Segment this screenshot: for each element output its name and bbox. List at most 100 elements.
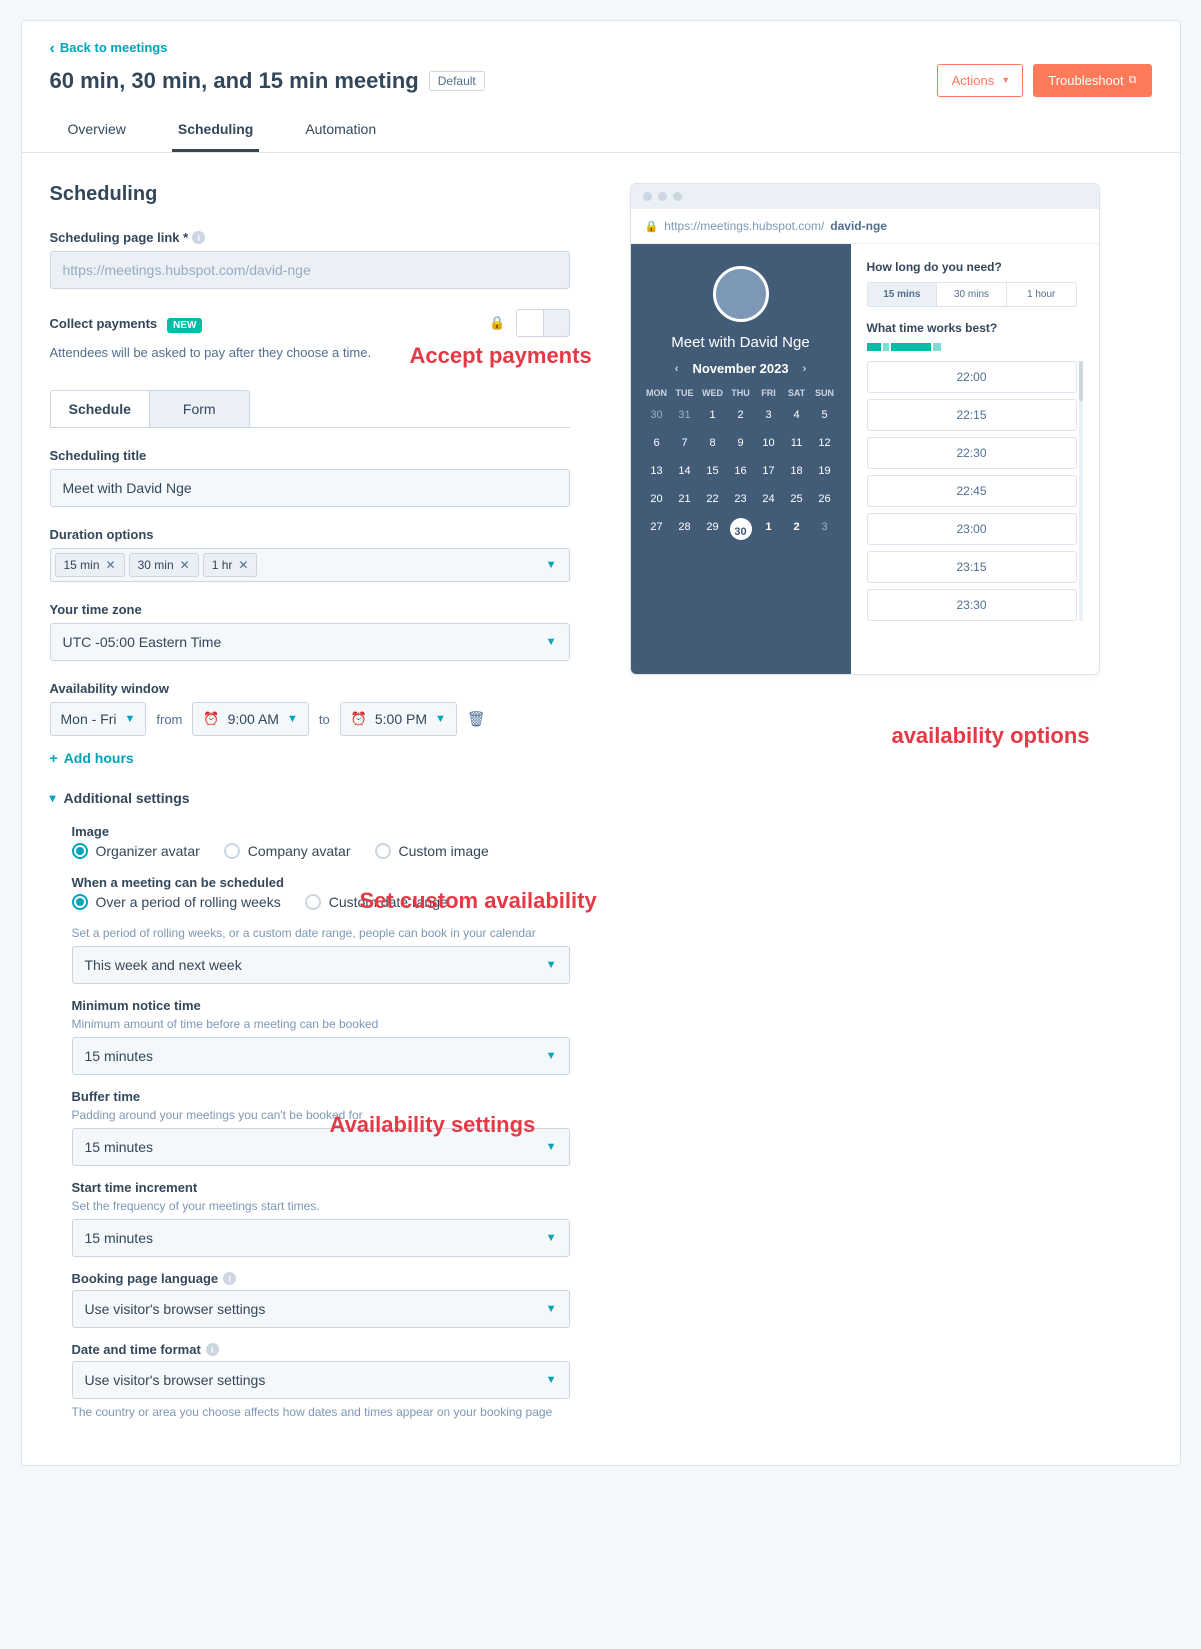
increment-value: 15 minutes	[85, 1230, 153, 1246]
min-notice-select[interactable]: 15 minutes ▼	[72, 1037, 570, 1075]
header: Back to meetings 60 min, 30 min, and 15 …	[22, 21, 1180, 97]
calendar-day[interactable]: 10	[755, 434, 783, 452]
remove-chip-icon[interactable]: ✕	[180, 558, 190, 572]
preview-duration-option[interactable]: 15 mins	[868, 283, 938, 306]
remove-chip-icon[interactable]: ✕	[106, 558, 116, 572]
subtab-form[interactable]: Form	[150, 391, 249, 427]
next-month-button[interactable]: ›	[799, 363, 811, 375]
calendar-day[interactable]: 30	[730, 518, 752, 540]
radio-rolling-weeks[interactable]: Over a period of rolling weeks	[72, 894, 281, 910]
availability-from-select[interactable]: ⏰ 9:00 AM ▼	[192, 702, 308, 736]
collect-payments-label: Collect payments	[50, 316, 158, 331]
time-slot[interactable]: 23:15	[867, 551, 1077, 583]
calendar-day[interactable]: 4	[783, 406, 811, 424]
availability-to-select[interactable]: ⏰ 5:00 PM ▼	[340, 702, 457, 736]
calendar-day[interactable]: 5	[811, 406, 839, 424]
tab-automation[interactable]: Automation	[299, 111, 382, 152]
calendar-day[interactable]: 20	[643, 490, 671, 508]
time-slot[interactable]: 22:45	[867, 475, 1077, 507]
remove-chip-icon[interactable]: ✕	[238, 558, 248, 572]
radio-organizer-avatar[interactable]: Organizer avatar	[72, 843, 200, 859]
calendar-day[interactable]: 21	[671, 490, 699, 508]
window-dot	[673, 192, 682, 201]
duration-chip[interactable]: 1 hr✕	[203, 553, 258, 577]
troubleshoot-button[interactable]: Troubleshoot ⧉	[1033, 64, 1151, 97]
time-slot[interactable]: 23:30	[867, 589, 1077, 621]
calendar-day[interactable]: 7	[671, 434, 699, 452]
delete-availability-row[interactable]: 🗑	[467, 710, 486, 728]
collect-payments-toggle[interactable]	[516, 309, 570, 337]
help-icon[interactable]: i	[223, 1272, 236, 1285]
calendar-day[interactable]: 15	[699, 462, 727, 480]
calendar-day[interactable]: 8	[699, 434, 727, 452]
to-label: to	[319, 712, 330, 727]
calendar-day[interactable]: 12	[811, 434, 839, 452]
prev-month-button[interactable]: ‹	[671, 363, 683, 375]
min-notice-label: Minimum notice time	[72, 998, 570, 1013]
subtab-schedule[interactable]: Schedule	[51, 391, 151, 427]
scrollbar[interactable]	[1079, 361, 1083, 621]
scheduling-title-input[interactable]	[50, 469, 570, 507]
calendar-day[interactable]: 17	[755, 462, 783, 480]
rolling-period-select[interactable]: This week and next week ▼	[72, 946, 570, 984]
calendar-day[interactable]: 19	[811, 462, 839, 480]
preview-url-bar: 🔒 https://meetings.hubspot.com/david-nge	[631, 209, 1099, 244]
radio-custom-date-range[interactable]: Custom date range	[305, 894, 448, 910]
tab-overview[interactable]: Overview	[62, 111, 132, 152]
time-slot[interactable]: 22:15	[867, 399, 1077, 431]
scheduling-link-input[interactable]	[50, 251, 570, 289]
additional-settings-toggle[interactable]: ▾ Additional settings	[50, 790, 570, 806]
back-to-meetings-link[interactable]: Back to meetings	[50, 40, 168, 55]
calendar-day[interactable]: 23	[727, 490, 755, 508]
calendar-day[interactable]: 18	[783, 462, 811, 480]
duration-chip[interactable]: 30 min✕	[129, 553, 199, 577]
time-slot[interactable]: 22:00	[867, 361, 1077, 393]
preview-url-prefix: https://meetings.hubspot.com/	[664, 219, 824, 233]
timezone-select[interactable]: UTC -05:00 Eastern Time ▼	[50, 623, 570, 661]
add-hours-button[interactable]: Add hours	[50, 750, 134, 766]
preview-duration-option[interactable]: 30 mins	[937, 283, 1007, 306]
dateformat-select[interactable]: Use visitor's browser settings ▼	[72, 1361, 570, 1399]
radio-company-avatar[interactable]: Company avatar	[224, 843, 351, 859]
calendar-day: 1	[755, 518, 783, 540]
buffer-select[interactable]: 15 minutes ▼	[72, 1128, 570, 1166]
calendar-day[interactable]: 14	[671, 462, 699, 480]
radio-custom-image[interactable]: Custom image	[375, 843, 489, 859]
calendar-day: 30	[643, 406, 671, 424]
language-select[interactable]: Use visitor's browser settings ▼	[72, 1290, 570, 1328]
calendar-day[interactable]: 25	[783, 490, 811, 508]
booking-preview: 🔒 https://meetings.hubspot.com/david-nge…	[630, 183, 1100, 675]
duration-chips[interactable]: 15 min✕30 min✕1 hr✕▼	[50, 548, 570, 582]
tab-scheduling[interactable]: Scheduling	[172, 111, 259, 152]
calendar-day[interactable]: 28	[671, 518, 699, 540]
scheduling-link-label: Scheduling page link * i	[50, 230, 570, 245]
meetings-scheduling-page: Back to meetings 60 min, 30 min, and 15 …	[21, 20, 1181, 1466]
window-dot	[643, 192, 652, 201]
availability-days-select[interactable]: Mon - Fri ▼	[50, 702, 147, 736]
duration-chip[interactable]: 15 min✕	[55, 553, 125, 577]
calendar-day[interactable]: 6	[643, 434, 671, 452]
calendar-day[interactable]: 1	[699, 406, 727, 424]
calendar-day[interactable]: 26	[811, 490, 839, 508]
min-notice-value: 15 minutes	[85, 1048, 153, 1064]
lock-icon: 🔒	[489, 315, 505, 331]
calendar-day[interactable]: 3	[755, 406, 783, 424]
preview-duration-option[interactable]: 1 hour	[1007, 283, 1076, 306]
calendar-day[interactable]: 22	[699, 490, 727, 508]
increment-select[interactable]: 15 minutes ▼	[72, 1219, 570, 1257]
preview-duration-options: 15 mins30 mins1 hour	[867, 282, 1077, 307]
time-slot[interactable]: 22:30	[867, 437, 1077, 469]
calendar-day[interactable]: 13	[643, 462, 671, 480]
main-tabs: Overview Scheduling Automation	[22, 111, 1180, 153]
calendar-day[interactable]: 2	[727, 406, 755, 424]
calendar-day[interactable]: 9	[727, 434, 755, 452]
calendar-day[interactable]: 27	[643, 518, 671, 540]
help-icon[interactable]: i	[192, 231, 205, 244]
calendar-day[interactable]: 29	[699, 518, 727, 540]
calendar-day[interactable]: 11	[783, 434, 811, 452]
calendar-day[interactable]: 16	[727, 462, 755, 480]
actions-button[interactable]: Actions	[937, 64, 1024, 97]
calendar-day[interactable]: 24	[755, 490, 783, 508]
time-slot[interactable]: 23:00	[867, 513, 1077, 545]
help-icon[interactable]: i	[206, 1343, 219, 1356]
